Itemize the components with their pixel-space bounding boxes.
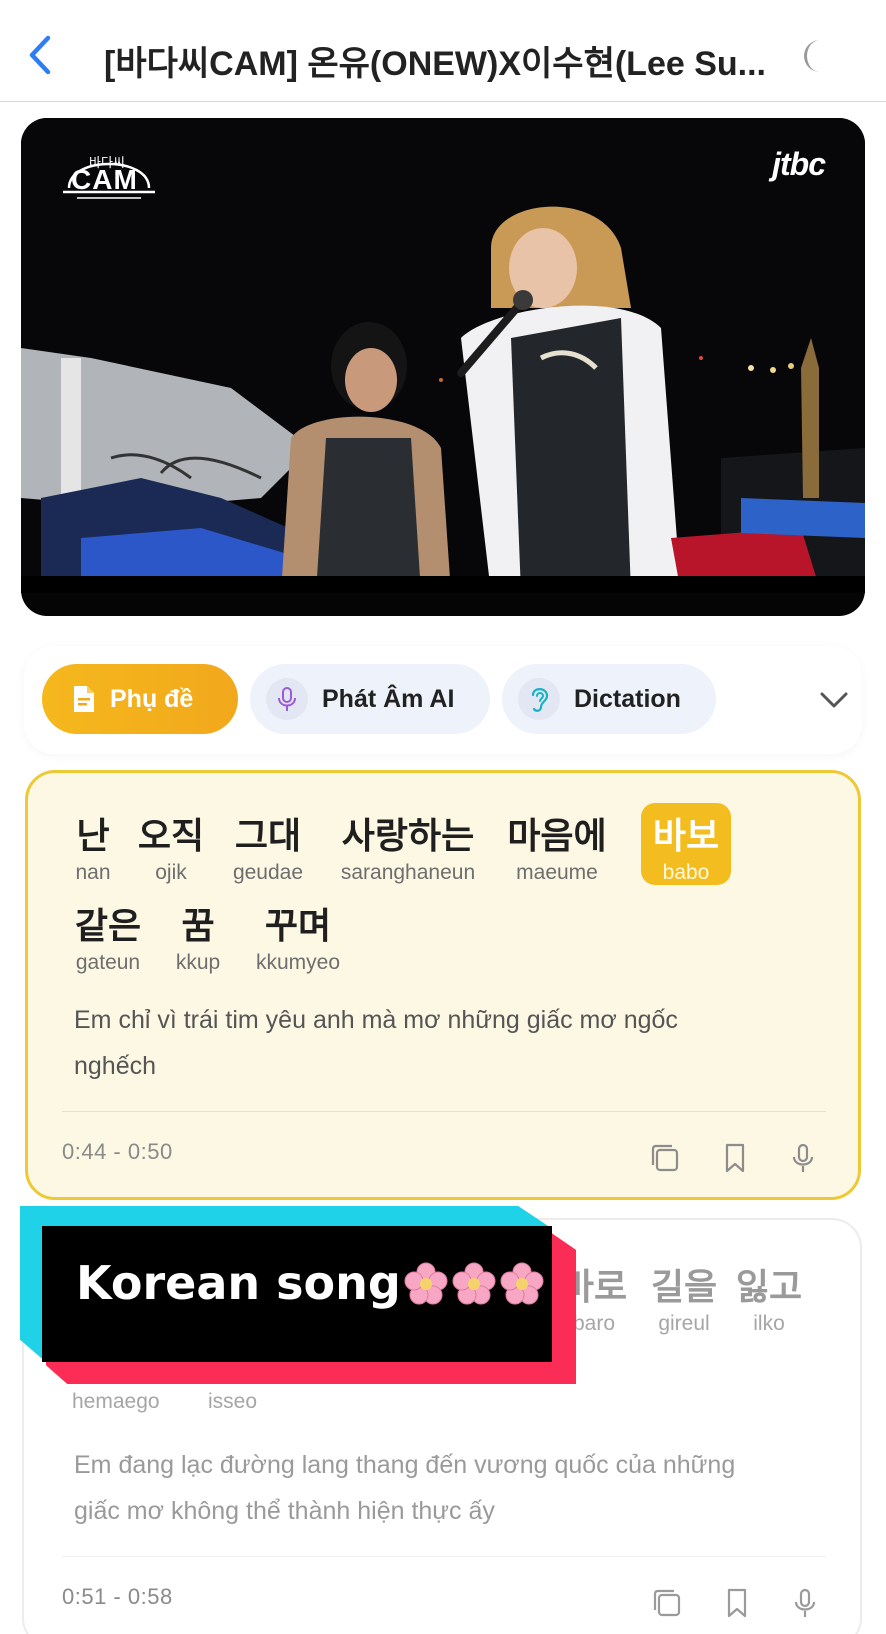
word-korean: 사랑하는 [341,816,475,857]
word-korean: 난 [76,816,110,857]
bookmark-button[interactable] [718,1141,752,1175]
word-korean: 꿈 [181,906,215,947]
translation-line: giấc mơ không thể thành hiện thực ấy [74,1497,495,1525]
chevron-down-icon [820,692,848,708]
word-korean: 길을 [650,1267,718,1308]
video-player[interactable]: 바다씨 CAM jtbc [21,118,865,616]
back-button[interactable] [22,32,62,78]
word-romanization: kkup [175,951,221,974]
word-chip[interactable]: 그대 geudae [226,807,310,885]
card-divider [62,1111,826,1112]
word-chip[interactable]: 꿈 kkup [168,897,228,975]
card-divider [62,1556,826,1557]
word-korean: 같은 [74,906,142,947]
word-chip[interactable]: 사랑하는 saranghaneun [328,807,488,885]
translation-line: Em đang lạc đường lang thang đến vương q… [74,1451,736,1479]
tab-ai-label: Phát Âm AI [322,684,455,713]
document-icon [74,686,94,712]
lyric-timestamp: 0:51 - 0:58 [62,1584,173,1609]
bookmark-icon [727,1588,747,1618]
expand-tabs-button[interactable] [814,680,854,720]
lyric-translation: Em chỉ vì trái tim yêu anh mà mơ những g… [74,997,834,1089]
word-chip[interactable]: 길을 gireul [644,1258,724,1336]
microphone-icon [278,687,296,711]
copy-icon [651,1144,679,1172]
translation-line: Em chỉ vì trái tim yêu anh mà mơ những g… [74,1006,678,1034]
word-korean: 꾸며 [264,906,332,947]
word-romanization: hemaego [72,1390,160,1413]
bookmark-icon [725,1143,745,1173]
channel-logo: 바다씨 CAM [59,146,159,206]
word-korean: 바보 [652,816,720,857]
lyric-timestamp: 0:44 - 0:50 [62,1139,173,1164]
tab-dictation[interactable]: Dictation [502,664,716,734]
word-romanization-only[interactable]: isseo [208,1388,257,1414]
word-korean: 잃고 [735,1267,803,1308]
cherry-blossom-icon [452,1262,496,1305]
copy-button[interactable] [650,1586,684,1620]
page-title: [바다씨CAM] 온유(ONEW)X이수현(Lee Su... [104,45,766,83]
tab-ai-icon-wrap [266,678,308,720]
word-chip-highlighted[interactable]: 바보 babo [641,803,731,885]
lyric-translation: Em đang lạc đường lang thang đến vương q… [74,1442,834,1534]
word-romanization: isseo [208,1390,258,1413]
tab-dictation-icon-wrap [518,678,560,720]
word-chip[interactable]: 마음에 maeume [502,807,612,885]
word-romanization: geudae [232,861,304,884]
cherry-blossom-icon [404,1262,448,1305]
moon-icon [804,40,820,72]
translation-line: nghếch [74,1052,157,1080]
logo-main-text: CAM [71,164,138,195]
word-korean: 그대 [234,816,302,857]
microphone-icon [794,1588,816,1617]
word-romanization: saranghaneun [340,861,476,884]
word-korean: 마음에 [507,816,607,857]
mode-tabs: Phụ đề Phát Âm AI Dictation [24,646,862,754]
word-romanization: ojik [155,861,187,884]
word-chip[interactable]: 잃고 ilko [734,1258,804,1336]
tab-ai-pronunciation[interactable]: Phát Âm AI [250,664,490,734]
word-romanization: maeume [516,861,598,884]
cherry-blossom-icon [500,1262,544,1305]
tab-subtitles-label: Phụ đề [110,684,194,713]
record-button[interactable] [788,1586,822,1620]
lyric-card-active[interactable]: 난 nan 오직 ojik 그대 geudae 사랑하는 saranghaneu… [25,770,861,1200]
ear-icon [531,688,549,712]
word-chip[interactable]: 난 nan [66,807,120,885]
word-chip[interactable]: 같은 gateun [66,897,150,975]
microphone-icon [792,1143,814,1172]
word-romanization: kkumyeo [255,951,341,974]
top-bar: [바다씨CAM] 온유(ONEW)X이수현(Lee Su... [0,0,886,102]
sticker-text: Korean song [76,1256,545,1310]
tab-dictation-label: Dictation [574,684,681,713]
word-romanization: babo [662,861,710,884]
word-korean: 오직 [137,816,205,857]
word-romanization: gireul [658,1312,710,1335]
theme-toggle-button[interactable] [796,36,836,76]
word-chip[interactable]: 꾸며 kkumyeo [248,897,348,975]
word-romanization: nan [75,861,111,884]
bookmark-button[interactable] [720,1586,754,1620]
sticker-label: Korean song [76,1256,401,1310]
word-romanization-only[interactable]: hemaego [72,1388,160,1414]
chevron-left-icon [29,35,51,75]
copy-icon [653,1589,681,1617]
record-button[interactable] [786,1141,820,1175]
word-chip[interactable]: 오직 ojik [136,807,206,885]
korean-song-sticker: Korean song [20,1206,576,1384]
word-romanization: ilko [753,1312,785,1335]
broadcaster-logo: jtbc [772,146,826,182]
tab-subtitles[interactable]: Phụ đề [42,664,238,734]
word-romanization: gateun [75,951,141,974]
copy-button[interactable] [648,1141,682,1175]
